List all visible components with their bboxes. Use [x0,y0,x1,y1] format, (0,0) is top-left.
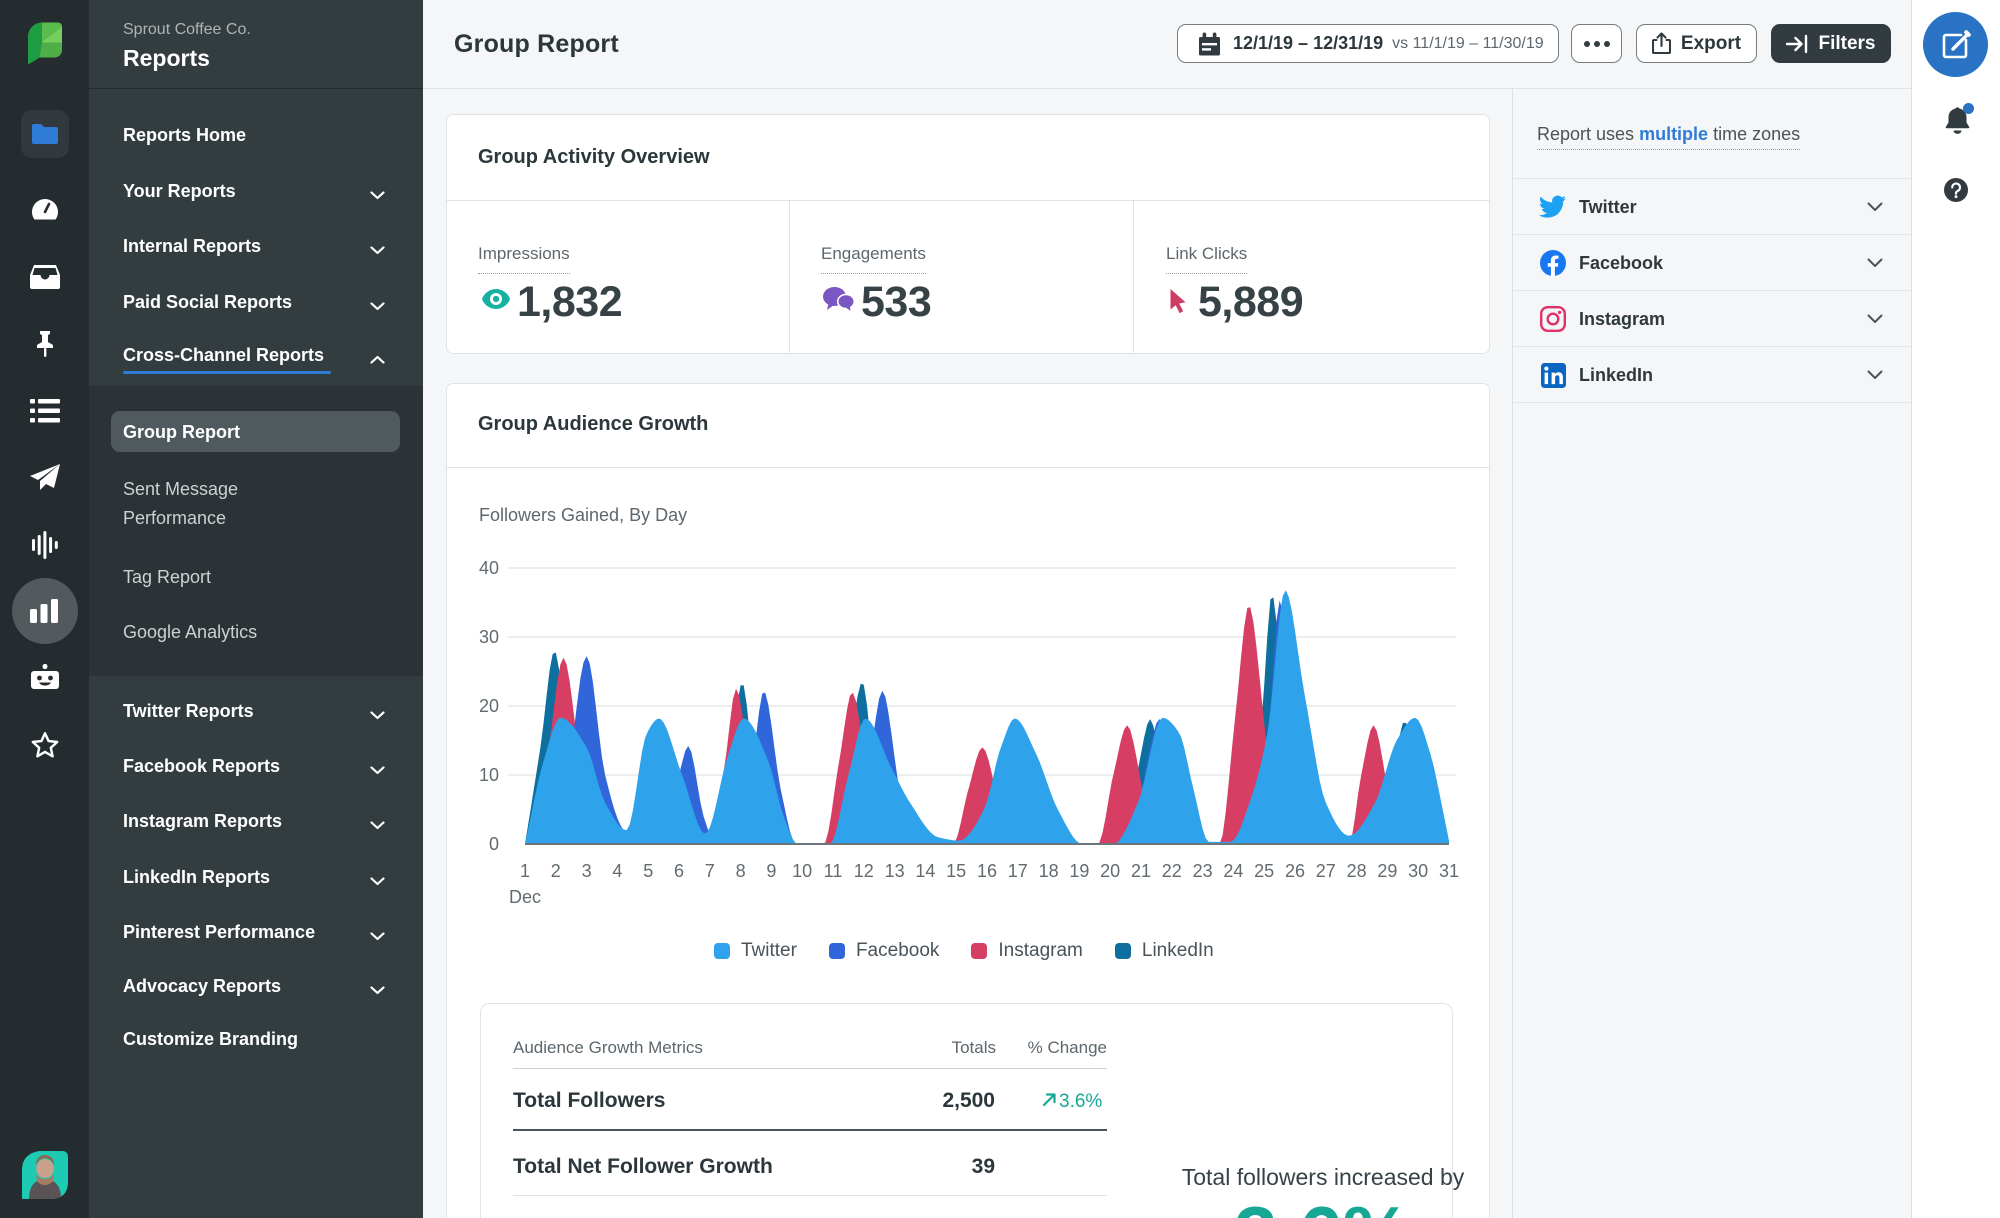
svg-text:15: 15 [946,861,966,881]
svg-text:10: 10 [792,861,812,881]
svg-text:30: 30 [1408,861,1428,881]
svg-text:24: 24 [1223,861,1243,881]
svg-text:4: 4 [612,861,622,881]
svg-text:20: 20 [1100,861,1120,881]
svg-text:19: 19 [1069,861,1089,881]
svg-text:12: 12 [854,861,874,881]
svg-text:8: 8 [736,861,746,881]
svg-text:7: 7 [705,861,715,881]
svg-text:1: 1 [520,861,530,881]
svg-text:21: 21 [1131,861,1151,881]
svg-text:6: 6 [674,861,684,881]
svg-text:16: 16 [977,861,997,881]
svg-text:31: 31 [1439,861,1459,881]
svg-text:29: 29 [1377,861,1397,881]
svg-text:25: 25 [1254,861,1274,881]
svg-text:14: 14 [915,861,935,881]
svg-text:18: 18 [1039,861,1059,881]
svg-text:10: 10 [479,765,499,785]
svg-text:30: 30 [479,627,499,647]
svg-text:23: 23 [1193,861,1213,881]
svg-text:2: 2 [551,861,561,881]
svg-text:26: 26 [1285,861,1305,881]
svg-text:17: 17 [1008,861,1028,881]
svg-text:28: 28 [1347,861,1367,881]
svg-text:20: 20 [479,696,499,716]
svg-text:0: 0 [489,834,499,854]
svg-text:11: 11 [824,861,843,881]
svg-text:9: 9 [766,861,776,881]
svg-text:5: 5 [643,861,653,881]
svg-text:22: 22 [1162,861,1182,881]
svg-text:Dec: Dec [509,887,541,907]
svg-text:3: 3 [582,861,592,881]
svg-text:27: 27 [1316,861,1336,881]
svg-text:40: 40 [479,558,499,578]
svg-text:13: 13 [885,861,905,881]
